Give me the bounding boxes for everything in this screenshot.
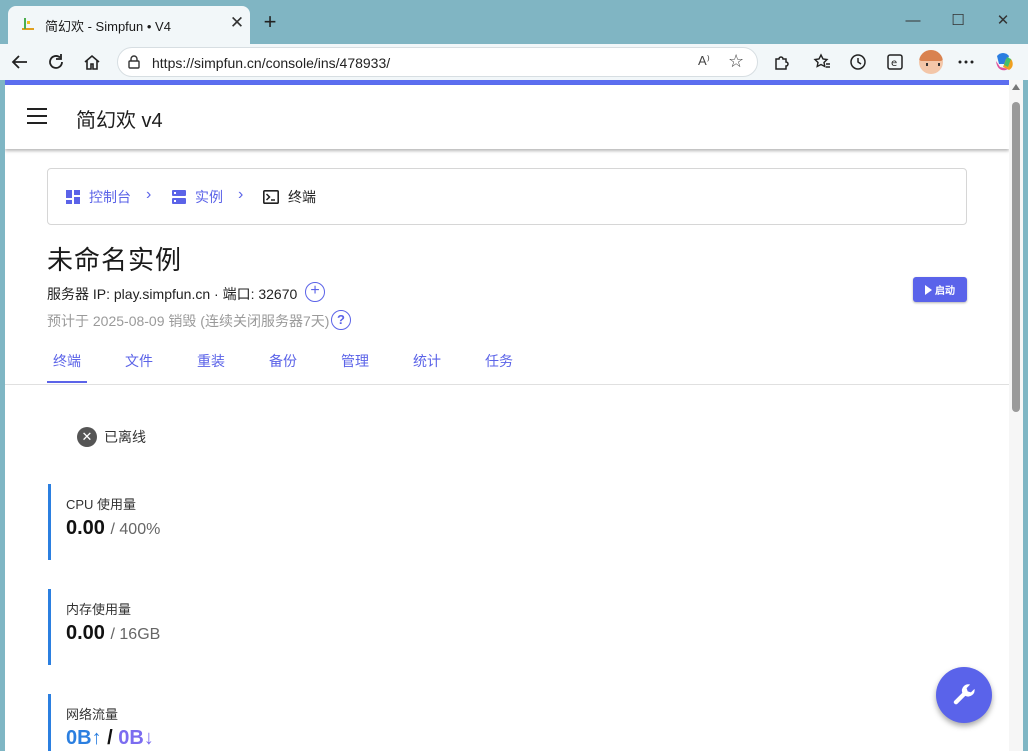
favorite-star-icon[interactable]: ☆ xyxy=(728,51,744,72)
history-icon[interactable] xyxy=(845,49,871,75)
tab-close-icon[interactable]: ✕ xyxy=(226,12,248,34)
memory-usage-label: 内存使用量 xyxy=(66,602,132,617)
breadcrumb-label: 终端 xyxy=(288,189,316,205)
breadcrumb-label: 实例 xyxy=(195,189,223,205)
tab-files[interactable]: 文件 xyxy=(125,351,153,371)
terminal-icon xyxy=(263,190,279,204)
page-scrollbar[interactable] xyxy=(1009,80,1023,751)
maximize-icon[interactable]: ☐ xyxy=(943,8,973,34)
memory-limit: / 16GB xyxy=(110,626,161,643)
address-bar[interactable]: https://simpfun.cn/console/ins/478933/ A… xyxy=(117,47,758,77)
cpu-usage-card: CPU 使用量 0.00 / 400% xyxy=(48,484,348,560)
start-label: 启动 xyxy=(935,286,955,297)
tab-reinstall[interactable]: 重装 xyxy=(197,351,225,371)
breadcrumb-item-terminal: 终端 xyxy=(263,187,316,207)
network-traffic-value: 0B↑ / 0B↓ xyxy=(66,727,154,750)
server-status: ✕ 已离线 xyxy=(77,427,146,447)
browser-tab-strip: 简幻欢 - Simpfun • V4 ✕ + — ☐ ✕ xyxy=(0,0,1028,44)
network-download: 0B↓ xyxy=(118,727,154,749)
home-icon[interactable] xyxy=(79,49,105,75)
lock-icon xyxy=(128,55,140,69)
favorites-icon[interactable] xyxy=(809,49,835,75)
breadcrumb-item-dashboard[interactable]: 控制台 xyxy=(66,187,131,207)
breadcrumb-label: 控制台 xyxy=(89,189,131,205)
svg-text:e: e xyxy=(891,58,897,69)
window-close-icon[interactable]: ✕ xyxy=(988,8,1018,34)
cpu-usage-label: CPU 使用量 xyxy=(66,497,137,512)
tab-terminal[interactable]: 终端 xyxy=(53,351,81,371)
copilot-icon[interactable] xyxy=(991,49,1017,75)
memory-value: 0.00 xyxy=(66,622,105,644)
cpu-value: 0.00 xyxy=(66,517,105,539)
memory-usage-card: 内存使用量 0.00 / 16GB xyxy=(48,589,348,665)
play-icon xyxy=(925,284,932,295)
network-separator: / xyxy=(101,727,119,749)
chevron-right-icon: › xyxy=(238,186,244,203)
network-traffic-label: 网络流量 xyxy=(66,707,119,722)
app-title: 简幻欢 v4 xyxy=(76,110,163,132)
tab-backup[interactable]: 备份 xyxy=(269,351,297,371)
add-port-button[interactable]: + xyxy=(305,282,325,302)
minimize-icon[interactable]: — xyxy=(898,8,928,34)
chevron-right-icon: › xyxy=(146,186,152,203)
breadcrumb: 控制台 › 实例 › 终端 xyxy=(47,168,967,225)
site-favicon-icon xyxy=(22,18,34,30)
status-text: 已离线 xyxy=(104,429,146,445)
page-viewport: 简幻欢 v4 控制台 › 实例 › 终端 未命名实例 服务器 IP: play.… xyxy=(5,80,1023,751)
app-bar: 简幻欢 v4 xyxy=(5,85,1009,149)
wrench-icon xyxy=(953,684,975,705)
offline-icon: ✕ xyxy=(77,427,97,447)
tab-statistics[interactable]: 统计 xyxy=(413,351,441,371)
server-address: 服务器 IP: play.simpfun.cn · 端口: 32670 xyxy=(47,286,298,302)
instance-tabs: 终端 文件 重装 备份 管理 统计 任务 xyxy=(5,338,1009,385)
breadcrumb-item-instances[interactable]: 实例 xyxy=(172,187,223,207)
tab-manage[interactable]: 管理 xyxy=(341,351,369,371)
back-icon[interactable] xyxy=(7,49,33,75)
start-button[interactable]: 启动 xyxy=(913,277,967,302)
profile-avatar[interactable] xyxy=(919,50,943,74)
network-traffic-card: 网络流量 0B↑ / 0B↓ xyxy=(48,694,348,751)
tab-title: 简幻欢 - Simpfun • V4 xyxy=(45,19,171,34)
help-icon[interactable]: ? xyxy=(331,310,351,330)
tools-fab-button[interactable] xyxy=(936,667,992,723)
browser-toolbar: https://simpfun.cn/console/ins/478933/ A… xyxy=(0,44,1028,80)
refresh-icon[interactable] xyxy=(43,49,69,75)
browser-tab[interactable]: 简幻欢 - Simpfun • V4 ✕ xyxy=(8,6,250,44)
scroll-up-icon[interactable] xyxy=(1012,84,1020,90)
cpu-usage-value: 0.00 / 400% xyxy=(66,517,160,540)
tab-tasks[interactable]: 任务 xyxy=(485,351,513,371)
url-text: https://simpfun.cn/console/ins/478933/ xyxy=(152,55,391,71)
memory-usage-value: 0.00 / 16GB xyxy=(66,622,160,645)
active-tab-indicator xyxy=(47,381,87,383)
extensions-icon[interactable] xyxy=(769,49,795,75)
instance-name: 未命名实例 xyxy=(47,245,183,275)
cpu-limit: / 400% xyxy=(110,521,161,538)
server-icon xyxy=(172,190,186,204)
hamburger-menu-icon[interactable] xyxy=(27,108,47,124)
network-upload: 0B↑ xyxy=(66,727,102,749)
scroll-thumb[interactable] xyxy=(1012,102,1020,412)
new-tab-button[interactable]: + xyxy=(257,10,283,36)
more-menu-icon[interactable] xyxy=(953,49,979,75)
read-aloud-icon[interactable]: A⁾ xyxy=(698,53,710,69)
destroy-notice: 预计于 2025-08-09 销毁 (连续关闭服务器7天) xyxy=(47,313,330,329)
collections-icon[interactable]: e xyxy=(882,49,908,75)
dashboard-icon xyxy=(66,190,80,204)
